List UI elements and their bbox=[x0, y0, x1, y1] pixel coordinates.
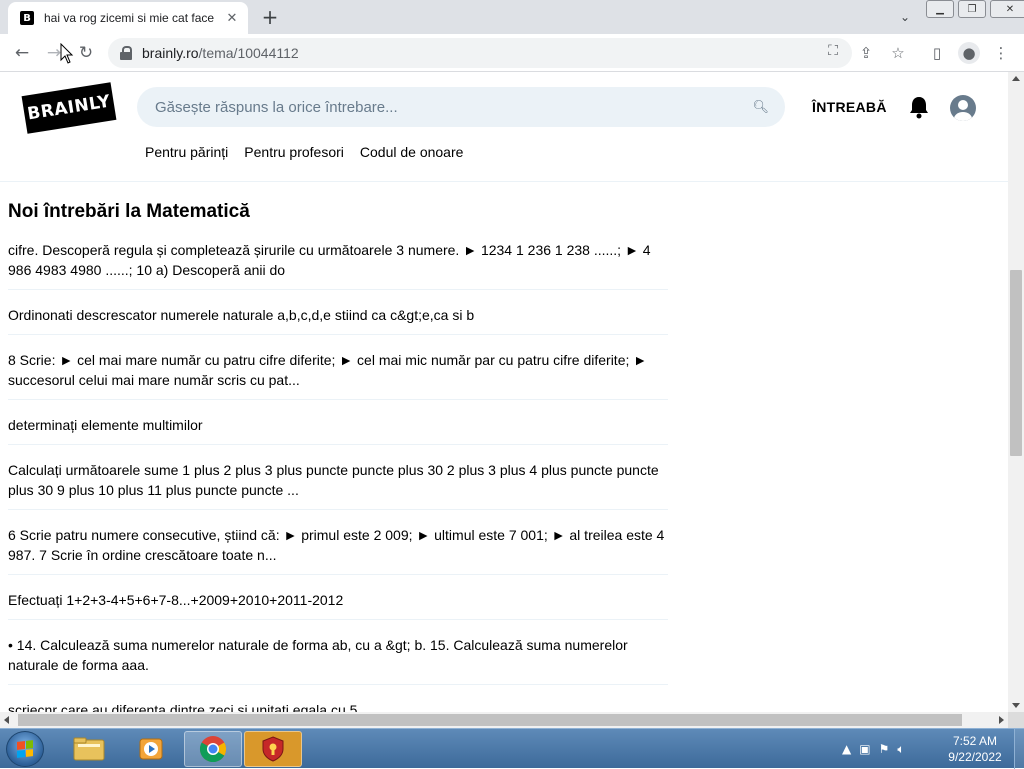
taskbar-clock[interactable]: 7:52 AM 9/22/2022 bbox=[940, 733, 1010, 765]
scroll-right-arrow-icon[interactable] bbox=[999, 716, 1004, 724]
browser-tab[interactable]: B hai va rog zicemi si mie cat face ✕ bbox=[8, 2, 248, 34]
folder-icon bbox=[73, 737, 105, 761]
horizontal-scrollbar[interactable] bbox=[0, 712, 1008, 728]
vertical-scroll-thumb[interactable] bbox=[1010, 270, 1022, 456]
site-header: BRAINLY 🔍︎ ÎNTREABĂ Pentru părinți Pentr… bbox=[0, 72, 1008, 182]
user-avatar-icon[interactable] bbox=[950, 95, 976, 121]
bookmark-star-icon[interactable]: ☆ bbox=[887, 42, 909, 64]
question-item[interactable]: scriecnr care au diferenta dintre zeci s… bbox=[8, 700, 668, 712]
question-item[interactable]: Calculați următoarele sume 1 plus 2 plus… bbox=[8, 460, 668, 510]
windows-taskbar: ▲ ▣ ⚑ 🔈︎ 7:52 AM 9/22/2022 bbox=[0, 728, 1024, 769]
show-desktop-button[interactable] bbox=[1014, 729, 1024, 769]
minimize-button[interactable]: ▁ bbox=[926, 0, 954, 18]
shield-icon bbox=[262, 736, 284, 762]
window-controls: ▁ ❐ ✕ bbox=[926, 0, 1024, 18]
scroll-down-arrow-icon[interactable] bbox=[1012, 703, 1020, 708]
url-host: brainly.ro bbox=[142, 45, 199, 61]
restore-button[interactable]: ❐ bbox=[958, 0, 986, 18]
lock-icon[interactable] bbox=[120, 46, 132, 60]
clock-time: 7:52 AM bbox=[952, 734, 998, 748]
url-text[interactable]: brainly.ro/tema/10044112 bbox=[142, 45, 299, 61]
search-input[interactable] bbox=[155, 98, 753, 116]
search-icon[interactable]: 🔍︎ bbox=[752, 100, 769, 115]
translate-icon[interactable]: ⛶ bbox=[823, 41, 843, 61]
logo-text: BRAINLY bbox=[26, 91, 112, 125]
menu-kebab-icon[interactable]: ⋮ bbox=[990, 42, 1012, 64]
windows-logo-icon bbox=[17, 740, 33, 758]
question-list: cifre. Descoperă regula și completează ș… bbox=[8, 240, 668, 712]
scroll-left-arrow-icon[interactable] bbox=[4, 716, 9, 724]
tab-title: hai va rog zicemi si mie cat face bbox=[44, 11, 215, 25]
share-icon[interactable]: ⇪ bbox=[855, 42, 877, 64]
notification-bell-icon[interactable] bbox=[908, 95, 930, 119]
address-bar[interactable]: brainly.ro/tema/10044112 bbox=[108, 38, 852, 68]
horizontal-scroll-thumb[interactable] bbox=[18, 714, 962, 726]
clock-date: 9/22/2022 bbox=[948, 750, 1002, 764]
nav-link-honor-code[interactable]: Codul de onoare bbox=[360, 144, 464, 160]
chrome-icon bbox=[199, 736, 227, 763]
network-icon[interactable]: ▣ bbox=[859, 742, 870, 756]
back-button[interactable]: ← bbox=[10, 41, 34, 65]
taskbar-security-app[interactable] bbox=[244, 731, 302, 767]
section-title: Noi întrebări la Matematică bbox=[8, 201, 250, 222]
browser-toolbar: ← → ↻ brainly.ro/tema/10044112 ⛶ ⇪ ☆ ▯ ●… bbox=[0, 34, 1024, 72]
question-item[interactable]: Efectuați 1+2+3-4+5+6+7-8...+2009+2010+2… bbox=[8, 590, 668, 620]
brainly-logo[interactable]: BRAINLY bbox=[21, 82, 117, 134]
system-tray: ▲ ▣ ⚑ 🔈︎ bbox=[842, 729, 905, 769]
close-window-button[interactable]: ✕ bbox=[990, 0, 1024, 18]
side-panel-icon[interactable]: ▯ bbox=[926, 42, 948, 64]
reload-button[interactable]: ↻ bbox=[74, 41, 98, 65]
question-item[interactable]: Ordinonati descrescator numerele natural… bbox=[8, 305, 668, 335]
action-center-flag-icon[interactable]: ⚑ bbox=[879, 742, 890, 756]
nav-link-teachers[interactable]: Pentru profesori bbox=[244, 144, 344, 160]
question-item[interactable]: • 14. Calculează suma numerelor naturale… bbox=[8, 635, 668, 685]
question-item[interactable]: 8 Scrie: ► cel mai mare număr cu patru c… bbox=[8, 350, 668, 400]
scroll-up-arrow-icon[interactable] bbox=[1012, 76, 1020, 81]
mouse-cursor-icon bbox=[60, 43, 74, 64]
show-hidden-icons-icon[interactable]: ▲ bbox=[842, 742, 851, 756]
url-path: /tema/10044112 bbox=[198, 45, 299, 61]
search-bar[interactable]: 🔍︎ bbox=[137, 87, 785, 127]
scrollbar-corner bbox=[1008, 712, 1024, 728]
volume-icon[interactable]: 🔈︎ bbox=[897, 742, 904, 757]
vertical-scrollbar[interactable] bbox=[1008, 72, 1024, 712]
sub-navigation: Pentru părinți Pentru profesori Codul de… bbox=[145, 144, 463, 160]
taskbar-media-player[interactable] bbox=[122, 731, 180, 767]
nav-link-parents[interactable]: Pentru părinți bbox=[145, 144, 228, 160]
tab-strip: B hai va rog zicemi si mie cat face ✕ + … bbox=[0, 0, 1024, 34]
ask-question-button[interactable]: ÎNTREABĂ bbox=[812, 99, 887, 115]
tab-close-icon[interactable]: ✕ bbox=[224, 10, 240, 26]
question-item[interactable]: cifre. Descoperă regula și completează ș… bbox=[8, 240, 668, 290]
question-item[interactable]: determinați elemente multimilor bbox=[8, 415, 668, 445]
taskbar-chrome[interactable] bbox=[184, 731, 242, 767]
question-item[interactable]: 6 Scrie patru numere consecutive, știind… bbox=[8, 525, 668, 575]
tab-search-chevron-icon[interactable]: ⌄ bbox=[896, 8, 914, 26]
profile-icon[interactable]: ● bbox=[958, 42, 980, 64]
brainly-favicon-icon: B bbox=[20, 11, 34, 25]
page-viewport: BRAINLY 🔍︎ ÎNTREABĂ Pentru părinți Pentr… bbox=[0, 72, 1008, 712]
new-tab-button[interactable]: + bbox=[258, 5, 282, 29]
media-player-icon bbox=[139, 738, 163, 760]
taskbar-file-explorer[interactable] bbox=[60, 731, 118, 767]
start-button[interactable] bbox=[6, 731, 44, 767]
